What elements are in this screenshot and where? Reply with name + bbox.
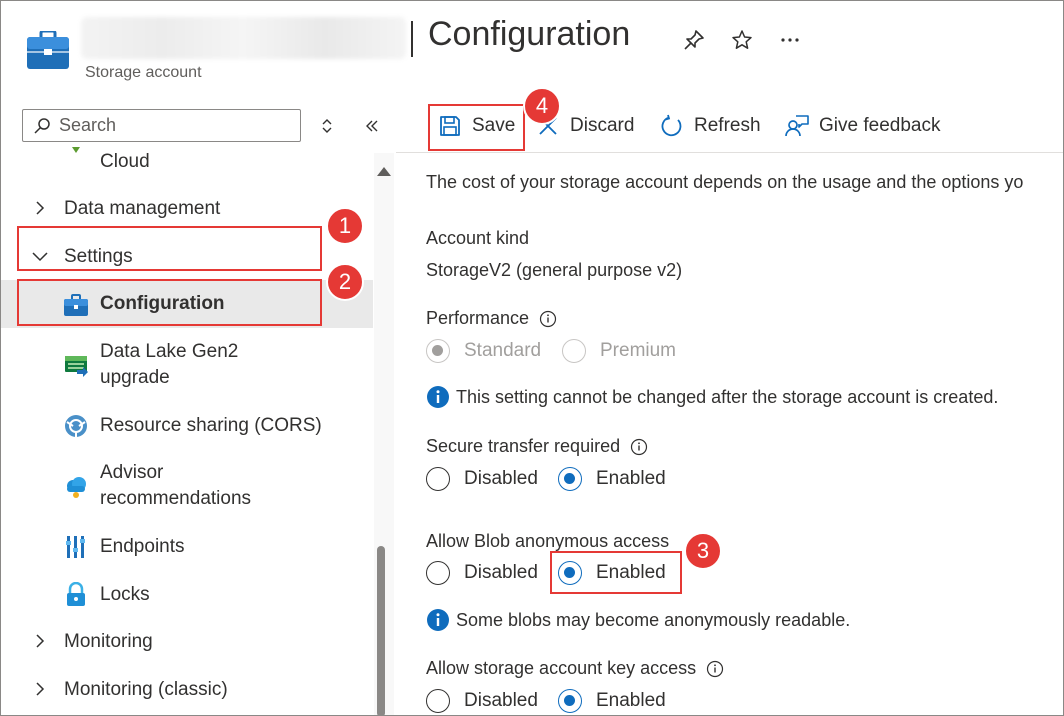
resource-name-redacted: [81, 17, 406, 59]
info-icon[interactable]: [630, 438, 648, 456]
sidebar-group-monitoring-classic[interactable]: Monitoring (classic): [1, 676, 373, 704]
sidebar-item-endpoints[interactable]: Endpoints: [1, 532, 373, 562]
sidebar-group-data-management[interactable]: Data management: [1, 195, 373, 223]
info-filled-icon: [427, 386, 449, 408]
toolbar-divider: [396, 152, 1063, 153]
sidebar-item-cors[interactable]: Resource sharing (CORS): [1, 411, 373, 441]
annotation-badge-4: 4: [523, 87, 561, 125]
info-filled-icon: [427, 609, 449, 631]
cors-icon: [63, 413, 89, 439]
annotation-badge-2: 2: [326, 263, 364, 301]
sidebar-scrollbar-thumb[interactable]: [377, 546, 385, 715]
annotation-badge-3: 3: [684, 532, 722, 570]
info-icon[interactable]: [539, 310, 557, 328]
star-icon[interactable]: [731, 29, 753, 51]
account-kind-label: Account kind: [426, 228, 530, 248]
account-kind-value: StorageV2 (general purpose v2): [426, 260, 683, 280]
search-icon: [34, 117, 50, 134]
info-icon[interactable]: [706, 660, 724, 678]
highlight-blob-enabled: [550, 551, 682, 594]
page-subtitle: Storage account: [85, 64, 202, 81]
sort-icon[interactable]: [318, 117, 336, 135]
feedback-icon: [785, 115, 809, 137]
chevron-right-icon: [31, 199, 49, 217]
chevron-right-icon: [31, 680, 49, 698]
chevron-right-icon: [31, 632, 49, 650]
refresh-button[interactable]: Refresh: [660, 109, 761, 143]
collapse-sidebar-icon[interactable]: [363, 117, 381, 135]
secure-transfer-enabled-radio[interactable]: Enabled: [558, 467, 666, 491]
data-lake-icon: [63, 353, 89, 379]
blob-anonymous-disabled-radio[interactable]: Disabled: [426, 561, 538, 585]
storage-account-icon: [27, 29, 69, 69]
pin-icon[interactable]: [683, 29, 705, 51]
page-title: Configuration: [428, 15, 631, 53]
advisor-icon: [63, 474, 89, 500]
performance-premium-radio[interactable]: Premium: [562, 339, 676, 363]
refresh-icon: [661, 114, 682, 137]
sidebar-group-monitoring[interactable]: Monitoring: [1, 628, 373, 656]
more-options-icon[interactable]: [779, 29, 801, 51]
blob-anonymous-access-label: Allow Blob anonymous access: [426, 531, 670, 551]
key-access-enabled-radio[interactable]: Enabled: [558, 689, 666, 713]
title-separator: [411, 21, 413, 57]
key-access-disabled-radio[interactable]: Disabled: [426, 689, 538, 713]
endpoints-icon: [63, 534, 89, 560]
sidebar-item-data-lake-upgrade[interactable]: Data Lake Gen2 upgrade: [1, 339, 373, 393]
sidebar-item-cloud[interactable]: Cloud: [1, 147, 373, 175]
highlight-save: [428, 104, 525, 151]
give-feedback-button[interactable]: Give feedback: [785, 109, 940, 143]
blob-anonymous-notice: Some blobs may become anonymously readab…: [426, 608, 850, 632]
highlight-configuration: [17, 279, 322, 326]
key-access-label: Allow storage account key access: [426, 658, 724, 679]
scroll-up-arrow-icon[interactable]: [377, 167, 391, 176]
intro-text: The cost of your storage account depends…: [426, 172, 1024, 192]
secure-transfer-label: Secure transfer required: [426, 436, 648, 457]
app-window: Configuration Storage account Cloud Data…: [0, 0, 1064, 716]
sidebar-search-input[interactable]: [57, 114, 291, 137]
highlight-settings: [17, 226, 322, 271]
performance-standard-radio[interactable]: Standard: [426, 339, 541, 363]
cloud-icon: [63, 143, 89, 157]
annotation-badge-1: 1: [326, 207, 364, 245]
lock-icon: [63, 581, 89, 608]
sidebar-search-box[interactable]: [22, 109, 301, 142]
secure-transfer-disabled-radio[interactable]: Disabled: [426, 467, 538, 491]
sidebar-item-locks[interactable]: Locks: [1, 580, 373, 610]
sidebar-item-advisor[interactable]: Advisor recommendations: [1, 460, 373, 514]
performance-label: Performance: [426, 308, 557, 329]
performance-notice: This setting cannot be changed after the…: [426, 385, 998, 409]
